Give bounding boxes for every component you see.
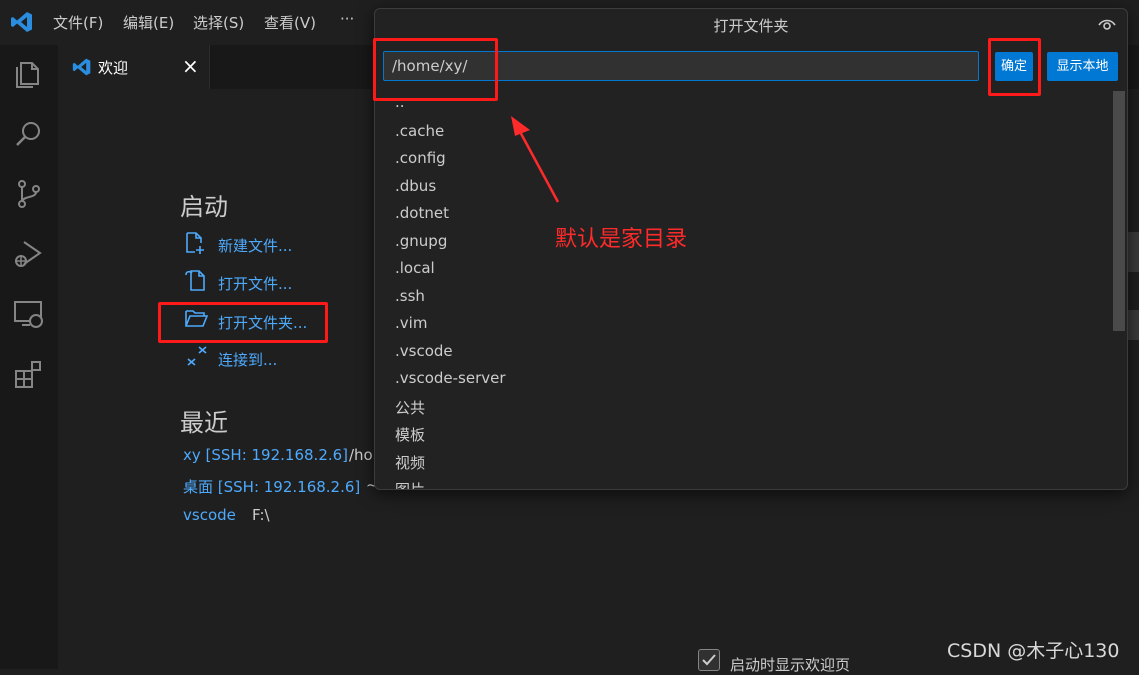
connect-to-link[interactable]: 连接到... [218, 349, 277, 370]
annotation-text: 默认是家目录 [555, 227, 688, 252]
connect-to-icon [187, 346, 207, 366]
list-item[interactable]: 公共 [395, 397, 425, 418]
watermark: CSDN @木子心130 [947, 640, 1120, 662]
list-item[interactable]: .dbus [395, 177, 436, 195]
search-icon[interactable] [12, 117, 46, 151]
recent-item-name[interactable]: xy [SSH: 192.168.2.6] [183, 446, 348, 464]
list-item[interactable]: .dotnet [395, 204, 449, 222]
list-item[interactable]: 图片 [395, 479, 425, 489]
menu-more[interactable]: ··· [340, 10, 354, 28]
start-heading: 启动 [180, 193, 228, 221]
open-file-icon [185, 270, 205, 291]
dialog-title: 打开文件夹 [713, 17, 789, 35]
annotation-arrow-icon [511, 116, 560, 203]
menu-edit[interactable]: 编辑(E) [123, 12, 174, 33]
list-item[interactable]: .cache [395, 122, 444, 140]
vscode-tab-icon [72, 58, 91, 76]
source-control-icon[interactable] [12, 177, 46, 211]
list-item[interactable]: .ssh [395, 287, 425, 305]
list-item[interactable]: 视频 [395, 452, 425, 473]
editor-scrollbar-thumb[interactable] [1128, 310, 1139, 340]
list-item[interactable]: .vscode-server [395, 369, 506, 387]
new-file-icon [186, 232, 204, 254]
highlight-open-folder [158, 302, 328, 343]
tab-label: 欢迎 [98, 59, 129, 77]
list-item[interactable]: 模板 [395, 424, 425, 445]
editor-scrollbar[interactable] [1128, 232, 1139, 272]
eye-icon[interactable] [1097, 17, 1117, 33]
check-icon [702, 654, 716, 666]
activity-bar [0, 45, 59, 669]
recent-item-name[interactable]: 桌面 [SSH: 192.168.2.6] [183, 476, 360, 497]
recent-item-path: F:\ [252, 506, 270, 524]
highlight-ok-button [988, 38, 1041, 96]
tab-welcome[interactable]: 欢迎 × [58, 45, 210, 89]
run-debug-icon[interactable] [12, 237, 46, 271]
vscode-logo-icon[interactable] [10, 10, 34, 34]
list-item[interactable]: .local [395, 259, 435, 277]
remote-explorer-icon[interactable] [12, 297, 46, 331]
highlight-path-input [373, 38, 498, 101]
open-file-link[interactable]: 打开文件... [218, 273, 292, 294]
new-file-link[interactable]: 新建文件... [218, 235, 292, 256]
show-on-startup-checkbox[interactable] [698, 649, 720, 671]
menu-view[interactable]: 查看(V) [264, 12, 316, 33]
recent-item-name[interactable]: vscode [183, 506, 236, 524]
menu-file[interactable]: 文件(F) [53, 12, 103, 33]
list-item[interactable]: .gnupg [395, 232, 447, 250]
explorer-icon[interactable] [12, 57, 46, 91]
menu-selection[interactable]: 选择(S) [193, 12, 244, 33]
recent-item-path: /ho [349, 446, 373, 464]
list-scrollbar-thumb[interactable] [1113, 91, 1125, 331]
show-on-startup-label: 启动时显示欢迎页 [730, 656, 851, 674]
extensions-icon[interactable] [12, 357, 46, 391]
show-local-button[interactable]: 显示本地 [1047, 52, 1118, 81]
tab-close-icon[interactable]: × [182, 54, 199, 78]
list-item[interactable]: .vim [395, 314, 427, 332]
folder-list: .. .cache .config .dbus .dotnet .gnupg .… [375, 89, 1111, 489]
list-item[interactable]: .vscode [395, 342, 453, 360]
list-item[interactable]: .config [395, 149, 446, 167]
recent-heading: 最近 [180, 409, 228, 437]
